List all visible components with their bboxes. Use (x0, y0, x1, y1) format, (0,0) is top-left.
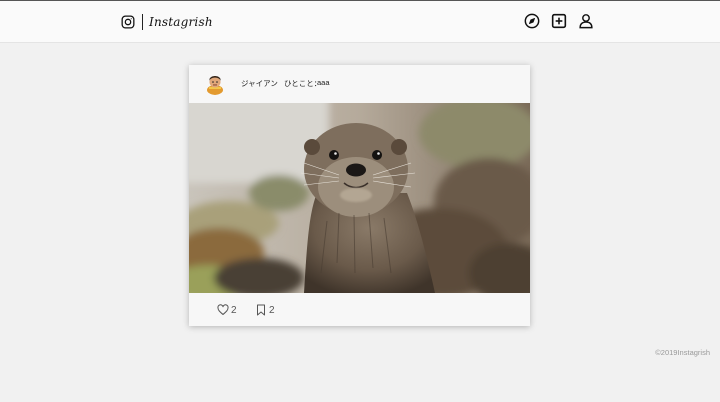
app-window: Instagrish ジャイアン ひとこと： aaa 2 2 ©2019Inst… (0, 0, 720, 402)
instagram-icon (121, 15, 135, 29)
post-card: ジャイアン ひとこと： aaa 2 2 (189, 65, 530, 326)
profile-button[interactable] (578, 13, 594, 29)
caption-label: ひとこと： (284, 79, 322, 88)
like-count: 2 (231, 304, 237, 316)
bookmark-button[interactable]: 2 (255, 303, 275, 317)
explore-button[interactable] (524, 13, 540, 29)
top-header: Instagrish (0, 1, 720, 43)
plus-square-icon (551, 13, 567, 29)
brand[interactable]: Instagrish (121, 11, 213, 33)
copyright-text: ©2019Instagrish (655, 348, 710, 357)
user-icon (579, 14, 593, 29)
bookmark-icon (257, 304, 265, 316)
post-actions: 2 2 (189, 293, 530, 326)
new-post-button[interactable] (551, 13, 567, 29)
heart-icon (217, 304, 229, 315)
brand-divider (142, 14, 143, 30)
app-name: Instagrish (149, 15, 213, 29)
like-button[interactable]: 2 (217, 303, 237, 317)
avatar[interactable] (204, 73, 226, 95)
post-header: ジャイアン ひとこと： aaa (189, 65, 530, 103)
header-nav (524, 13, 605, 29)
post-image[interactable] (189, 103, 530, 293)
post-username[interactable]: ジャイアン (241, 78, 278, 89)
compass-icon (524, 13, 540, 29)
post-caption: aaa (317, 78, 330, 87)
bookmark-count: 2 (269, 304, 275, 316)
